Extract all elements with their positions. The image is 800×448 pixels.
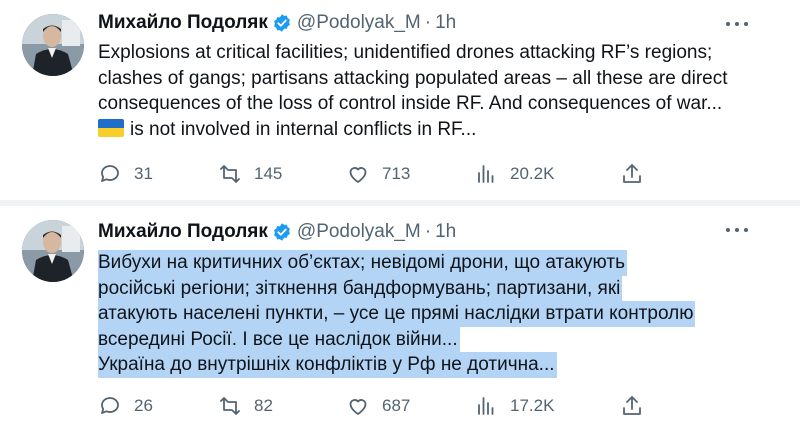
like-icon bbox=[349, 167, 367, 183]
reply-button[interactable]: 31 bbox=[98, 162, 153, 186]
reply-icon bbox=[101, 397, 119, 414]
views-icon bbox=[478, 397, 494, 415]
like-button[interactable]: 687 bbox=[346, 394, 410, 418]
retweet-button[interactable]: 82 bbox=[218, 394, 273, 418]
share-button[interactable] bbox=[620, 162, 644, 186]
tweet-header: Михайло Подоляк @Podolyak_M · 1h bbox=[98, 11, 456, 35]
view-count: 17.2K bbox=[510, 396, 555, 415]
action-bar: 26 82 687 17.2K bbox=[98, 394, 658, 418]
reply-button[interactable]: 26 bbox=[98, 394, 153, 418]
author-handle[interactable]: @Podolyak_M bbox=[297, 221, 421, 243]
avatar-image bbox=[22, 14, 84, 76]
text-line: is not involved in internal conflicts in… bbox=[130, 118, 477, 140]
verified-badge-icon bbox=[273, 14, 290, 32]
views-button[interactable]: 17.2K bbox=[474, 394, 554, 418]
tweet-text-selected: Вибухи на критичних об’єктах; невідомі д… bbox=[98, 250, 788, 378]
action-bar: 31 145 713 20.2K bbox=[98, 162, 658, 186]
text-line: Explosions at critical facilities; unide… bbox=[98, 42, 713, 63]
ukraine-flag-icon bbox=[98, 118, 124, 137]
text-line-with-flag: is not involved in internal conflicts in… bbox=[98, 117, 788, 143]
separator-dot: · bbox=[424, 221, 432, 242]
retweet-button[interactable]: 145 bbox=[218, 162, 282, 186]
retweet-icon bbox=[220, 165, 240, 183]
tweet-header: Михайло Подоляк @Podolyak_M · 1h bbox=[98, 220, 456, 244]
like-count: 713 bbox=[382, 164, 411, 183]
text-line: всередині Росії. І все це наслідок війни… bbox=[98, 326, 460, 352]
more-icon[interactable] bbox=[726, 14, 748, 34]
timestamp[interactable]: 1h bbox=[435, 12, 456, 34]
author-name[interactable]: Михайло Подоляк bbox=[98, 221, 268, 243]
text-line: атакують населені пункти, – усе це прямі… bbox=[98, 301, 696, 327]
text-line: consequences of the loss of control insi… bbox=[98, 93, 723, 114]
like-count: 687 bbox=[382, 396, 411, 415]
retweet-count: 82 bbox=[254, 396, 273, 415]
tweet[interactable]: Михайло Подоляк @Podolyak_M · 1h Вибухи … bbox=[0, 206, 800, 448]
text-line: clashes of gangs; partisans attacking po… bbox=[98, 67, 728, 89]
text-line: Україна до внутрішніх конфліктів у Рф не… bbox=[98, 352, 557, 378]
author-name[interactable]: Михайло Подоляк bbox=[98, 12, 268, 34]
tweet[interactable]: Михайло Подоляк @Podolyak_M · 1h Explosi… bbox=[0, 0, 800, 200]
avatar[interactable] bbox=[22, 220, 84, 282]
text-line: Вибухи на критичних об’єктах; невідомі д… bbox=[98, 250, 627, 276]
reply-count: 26 bbox=[134, 396, 153, 415]
author-handle[interactable]: @Podolyak_M bbox=[297, 12, 421, 34]
share-button[interactable] bbox=[620, 394, 644, 418]
verified-badge-icon bbox=[273, 223, 290, 241]
retweet-icon bbox=[220, 397, 240, 415]
text-line: російські регіони; зіткнення бандформува… bbox=[98, 275, 623, 301]
like-icon bbox=[349, 399, 367, 415]
views-icon bbox=[478, 165, 494, 183]
retweet-count: 145 bbox=[254, 164, 283, 183]
view-count: 20.2K bbox=[510, 164, 555, 183]
avatar[interactable] bbox=[22, 14, 84, 76]
timestamp[interactable]: 1h bbox=[435, 221, 456, 243]
separator-dot: · bbox=[424, 12, 432, 33]
tweet-text: Explosions at critical facilities; unide… bbox=[98, 40, 788, 142]
reply-count: 31 bbox=[134, 164, 153, 183]
share-icon bbox=[623, 164, 641, 183]
like-button[interactable]: 713 bbox=[346, 162, 410, 186]
more-icon[interactable] bbox=[726, 220, 748, 240]
reply-icon bbox=[101, 165, 119, 182]
avatar-image bbox=[22, 220, 84, 282]
views-button[interactable]: 20.2K bbox=[474, 162, 554, 186]
share-icon bbox=[623, 396, 641, 415]
